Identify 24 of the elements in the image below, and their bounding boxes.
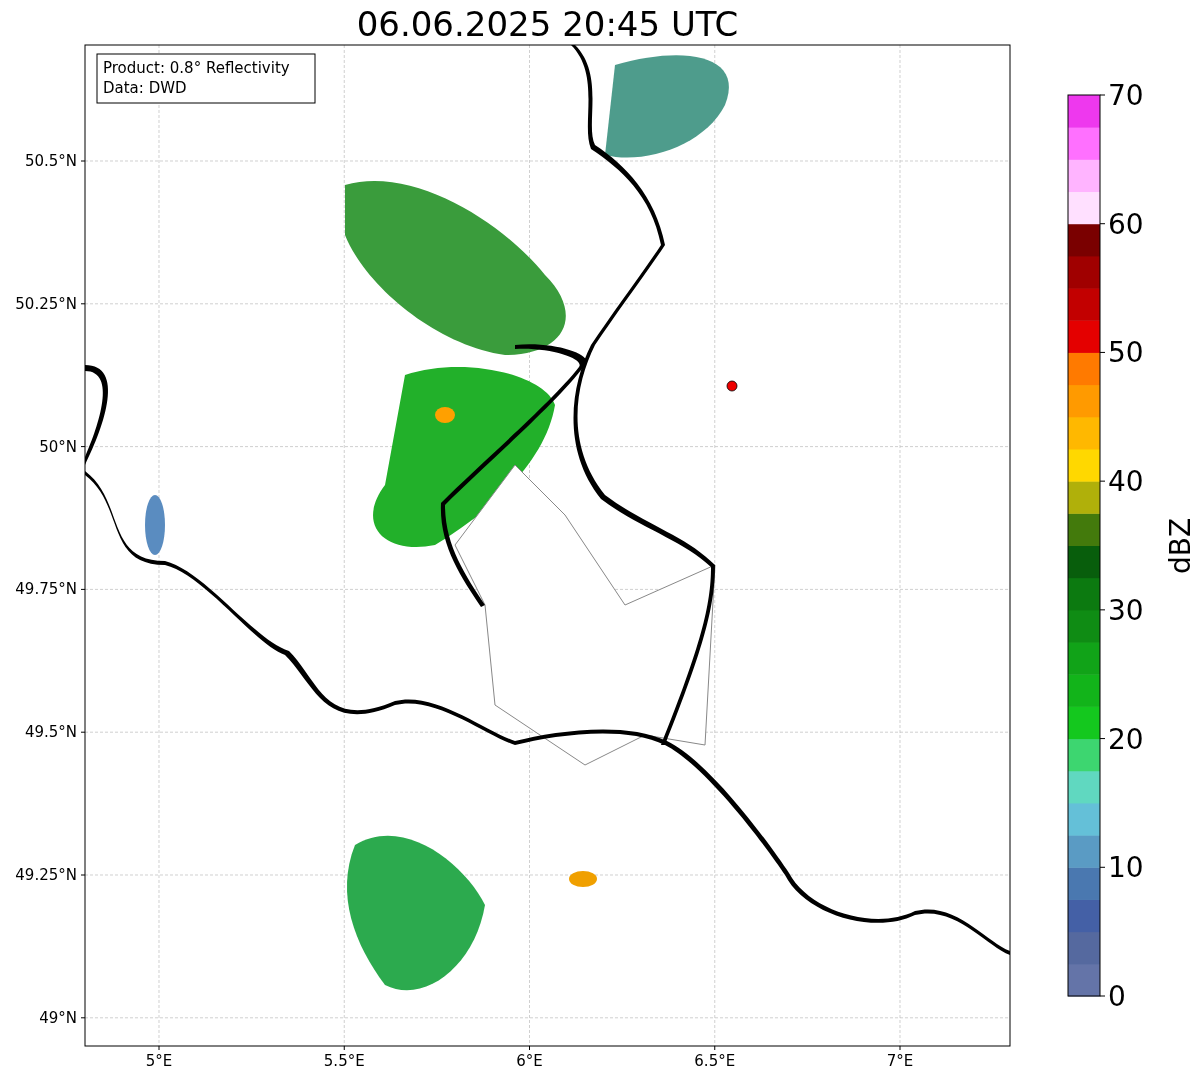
chart-title: 06.06.2025 20:45 UTC bbox=[356, 4, 739, 44]
info-text: Data: DWD bbox=[103, 79, 187, 97]
latitude-label: 49.25°N bbox=[15, 866, 77, 884]
longitude-label: 7°E bbox=[886, 1052, 914, 1070]
colorbar-tick-label: 70 bbox=[1108, 79, 1144, 112]
colorbar-label: dBZ bbox=[1164, 517, 1197, 575]
colorbar-tick-label: 30 bbox=[1108, 593, 1144, 627]
longitude-label: 5.5°E bbox=[323, 1052, 365, 1070]
latitude-label: 50°N bbox=[39, 437, 77, 456]
info-text: Product: 0.8° Reflectivity bbox=[103, 59, 290, 77]
colorbar-tick-label: 0 bbox=[1108, 980, 1126, 1013]
latitude-label: 50.5°N bbox=[24, 152, 77, 170]
colorbar-tick-label: 40 bbox=[1108, 465, 1144, 499]
longitude-label: 6.5°E bbox=[694, 1052, 736, 1070]
latitude-label: 49.75°N bbox=[15, 580, 77, 599]
colorbar-tick-label: 10 bbox=[1108, 851, 1144, 885]
latitude-label: 49°N bbox=[39, 1008, 77, 1027]
colorbar-tick-label: 20 bbox=[1108, 722, 1144, 756]
longitude-label: 5°E bbox=[145, 1052, 173, 1070]
colorbar-tick-label: 60 bbox=[1108, 207, 1144, 241]
colorbar-tick-label: 50 bbox=[1108, 336, 1144, 370]
latitude-label: 50.25°N bbox=[15, 294, 77, 313]
longitude-label: 6°E bbox=[516, 1052, 543, 1070]
latitude-label: 49.5°N bbox=[24, 723, 77, 742]
